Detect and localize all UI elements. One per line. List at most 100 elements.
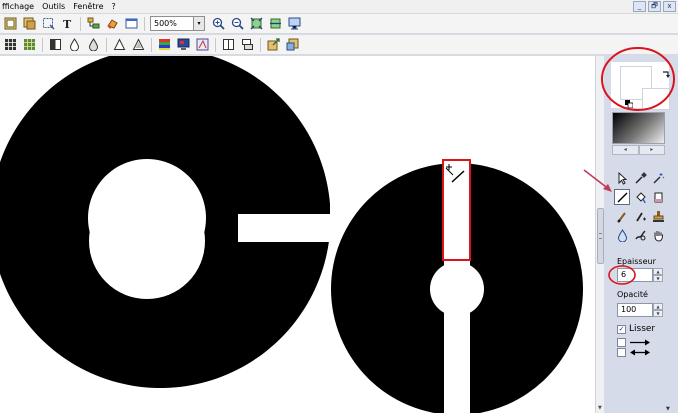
export-icon[interactable]	[266, 38, 280, 52]
gradient-next-button[interactable]: ▸	[638, 145, 665, 155]
opacity-label: Opacité	[617, 290, 648, 299]
restore-button[interactable]: 🗗	[648, 1, 661, 12]
triangle-icon[interactable]	[112, 38, 126, 52]
left-ring-gap	[238, 214, 330, 242]
menu-help[interactable]: ?	[111, 1, 115, 13]
zoom-in-icon[interactable]	[211, 17, 225, 31]
smooth-label: Lisser	[629, 324, 656, 334]
opacity-arrows[interactable]: ▲ ▼	[653, 303, 663, 317]
menu-bar: ffichage Outils Fenêtre ? _ 🗗 x	[0, 0, 678, 14]
brush-tool-icon[interactable]	[614, 208, 630, 224]
panel-scroll-down-icon[interactable]: ▼	[666, 406, 670, 412]
window-icon[interactable]	[124, 17, 138, 31]
right-disc-hole	[430, 262, 484, 316]
split-icon[interactable]	[221, 38, 235, 52]
drop-icon[interactable]	[67, 38, 81, 52]
image-canvas[interactable]	[0, 56, 595, 413]
smooth-checkbox[interactable]: ✓	[617, 324, 626, 334]
copy-image-icon[interactable]	[22, 17, 36, 31]
toolbar-separator	[42, 37, 43, 52]
opacity-down-icon[interactable]: ▼	[653, 310, 663, 317]
arrow-both-checkbox[interactable]	[617, 348, 626, 357]
text-tool-icon[interactable]: T	[60, 17, 74, 31]
toolbar-separator	[260, 37, 261, 52]
gradient-prev-button[interactable]: ◂	[612, 145, 639, 155]
line-tool-icon[interactable]	[614, 189, 630, 205]
opacity-up-icon[interactable]: ▲	[653, 303, 663, 310]
contrast-icon[interactable]	[48, 38, 62, 52]
crop-icon[interactable]	[41, 17, 55, 31]
effects-toolbar	[0, 35, 678, 55]
svg-text:T: T	[63, 18, 72, 30]
thickness-input[interactable]: 6	[617, 268, 653, 282]
toolbar-separator	[144, 16, 145, 31]
magic-wand-tool-icon[interactable]	[650, 170, 666, 186]
toolbar-separator	[106, 37, 107, 52]
fit-window-icon[interactable]	[249, 17, 263, 31]
pointer-tool-icon[interactable]	[614, 170, 630, 186]
opacity-input[interactable]: 100	[617, 303, 653, 317]
arrow-end-option[interactable]	[617, 338, 651, 347]
canvas-drawing	[0, 56, 583, 413]
select-all-icon[interactable]	[3, 17, 17, 31]
eraser-tool-icon[interactable]	[650, 189, 666, 205]
arrow-both-icon	[630, 349, 650, 356]
drop-outline-icon[interactable]	[86, 38, 100, 52]
menu-outils[interactable]: Outils	[42, 1, 65, 13]
tree-icon[interactable]	[86, 17, 100, 31]
gradient-nav: ◂ ▸	[612, 145, 665, 155]
smudge-tool-icon[interactable]	[632, 227, 648, 243]
palette-icon[interactable]	[157, 38, 171, 52]
reset-colors-icon[interactable]	[625, 100, 633, 108]
arrow-both-option[interactable]	[617, 348, 651, 357]
close-button[interactable]: x	[663, 1, 676, 12]
hand-tool-icon[interactable]	[650, 227, 666, 243]
triangle-outline-icon[interactable]	[131, 38, 145, 52]
thickness-label: Epaisseur	[617, 257, 656, 266]
tools-grid	[614, 170, 672, 246]
toolbar-separator	[215, 37, 216, 52]
stamp-tool-icon[interactable]	[650, 208, 666, 224]
thickness-down-icon[interactable]: ▼	[653, 275, 663, 282]
zoom-combo[interactable]: 500% ▾	[150, 16, 205, 31]
window-controls: _ 🗗 x	[633, 1, 676, 12]
tool-panel: ◂ ▸ Epaisseur 6 ▲ ▼ Opacité 100 ▲ ▼ ✓ Li…	[604, 56, 678, 413]
vertical-scrollbar[interactable]: ▼	[595, 56, 604, 413]
color-selector	[611, 62, 671, 110]
thickness-stepper[interactable]: 6 ▲ ▼	[617, 268, 663, 282]
background-color-swatch[interactable]	[642, 88, 670, 110]
menu-affichage[interactable]: ffichage	[2, 1, 34, 13]
layers-icon[interactable]	[240, 38, 254, 52]
toolbar-separator	[80, 16, 81, 31]
eyedropper-tool-icon[interactable]	[632, 170, 648, 186]
left-ring-hole	[89, 183, 205, 299]
fill-tool-icon[interactable]	[632, 189, 648, 205]
screen-icon[interactable]	[176, 38, 190, 52]
grid-color-icon[interactable]	[22, 38, 36, 52]
paint-icon[interactable]	[105, 17, 119, 31]
minimize-button[interactable]: _	[633, 1, 646, 12]
arrow-end-checkbox[interactable]	[617, 338, 626, 347]
grid-icon[interactable]	[3, 38, 17, 52]
fit-width-icon[interactable]	[268, 17, 282, 31]
scroll-down-icon[interactable]: ▼	[598, 405, 602, 411]
thickness-up-icon[interactable]: ▲	[653, 268, 663, 275]
airbrush-tool-icon[interactable]	[632, 208, 648, 224]
arrow-right-icon	[630, 339, 650, 346]
import-icon[interactable]	[285, 38, 299, 52]
toolbar-separator	[151, 37, 152, 52]
zoom-out-icon[interactable]	[230, 17, 244, 31]
zoom-dropdown-button[interactable]: ▾	[194, 16, 205, 31]
smooth-option[interactable]: ✓ Lisser	[617, 324, 655, 334]
colorize-icon[interactable]	[195, 38, 209, 52]
gradient-preview[interactable]	[612, 112, 665, 144]
zoom-input[interactable]: 500%	[150, 16, 194, 31]
drop-tool-icon[interactable]	[614, 227, 630, 243]
thickness-arrows[interactable]: ▲ ▼	[653, 268, 663, 282]
main-toolbar: T 500% ▾	[0, 14, 678, 34]
fullscreen-icon[interactable]	[287, 17, 301, 31]
scrollbar-thumb[interactable]	[597, 208, 604, 264]
menu-fenetre[interactable]: Fenêtre	[73, 1, 103, 13]
swap-colors-icon[interactable]	[661, 70, 671, 80]
opacity-stepper[interactable]: 100 ▲ ▼	[617, 303, 663, 317]
